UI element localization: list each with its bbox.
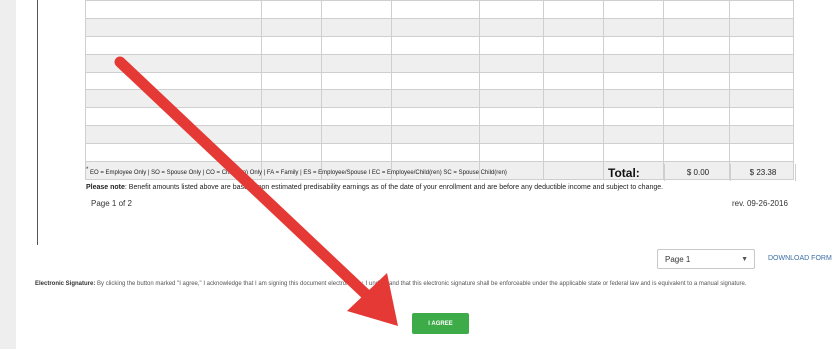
table-row <box>85 89 794 109</box>
page-select[interactable]: Page 1 ▼ <box>657 249 755 269</box>
total-label: Total: <box>608 166 640 180</box>
disclaimer-note: Please note: Benefit amounts listed abov… <box>86 184 663 191</box>
table-row <box>85 53 794 73</box>
signature-label: Electronic Signature: <box>35 281 96 287</box>
note-text: : Benefit amounts listed above are based… <box>124 184 664 191</box>
benefits-table <box>85 0 794 180</box>
legend-marker: * <box>86 167 89 173</box>
chevron-down-icon: ▼ <box>741 256 748 263</box>
note-label: Please note <box>86 184 125 191</box>
total-value-1: $ 0.00 <box>664 164 731 181</box>
agree-button[interactable]: I AGREE <box>412 313 469 334</box>
document-border <box>37 0 38 245</box>
legend-row: * EO = Employee Only | SO = Spouse Only … <box>86 164 796 182</box>
table-row <box>85 125 794 145</box>
left-gutter <box>0 0 16 349</box>
table-row <box>85 35 794 55</box>
table-row <box>85 71 794 91</box>
coverage-legend: * EO = Employee Only | SO = Spouse Only … <box>86 167 507 176</box>
table-row <box>85 17 794 37</box>
total-value-2: $ 23.38 <box>730 164 796 181</box>
table-row <box>85 0 794 19</box>
page-select-value: Page 1 <box>665 255 691 264</box>
download-form-link[interactable]: DOWNLOAD FORM <box>768 255 832 262</box>
electronic-signature-text: Electronic Signature: By clicking the bu… <box>35 279 839 289</box>
table-row <box>85 107 794 127</box>
signature-body: By clicking the button marked "I agree,"… <box>95 281 747 287</box>
revision-date: rev. 09-26-2016 <box>732 199 788 208</box>
page-indicator: Page 1 of 2 <box>91 199 132 208</box>
legend-text: EO = Employee Only | SO = Spouse Only | … <box>90 170 507 176</box>
table-row <box>85 143 794 163</box>
